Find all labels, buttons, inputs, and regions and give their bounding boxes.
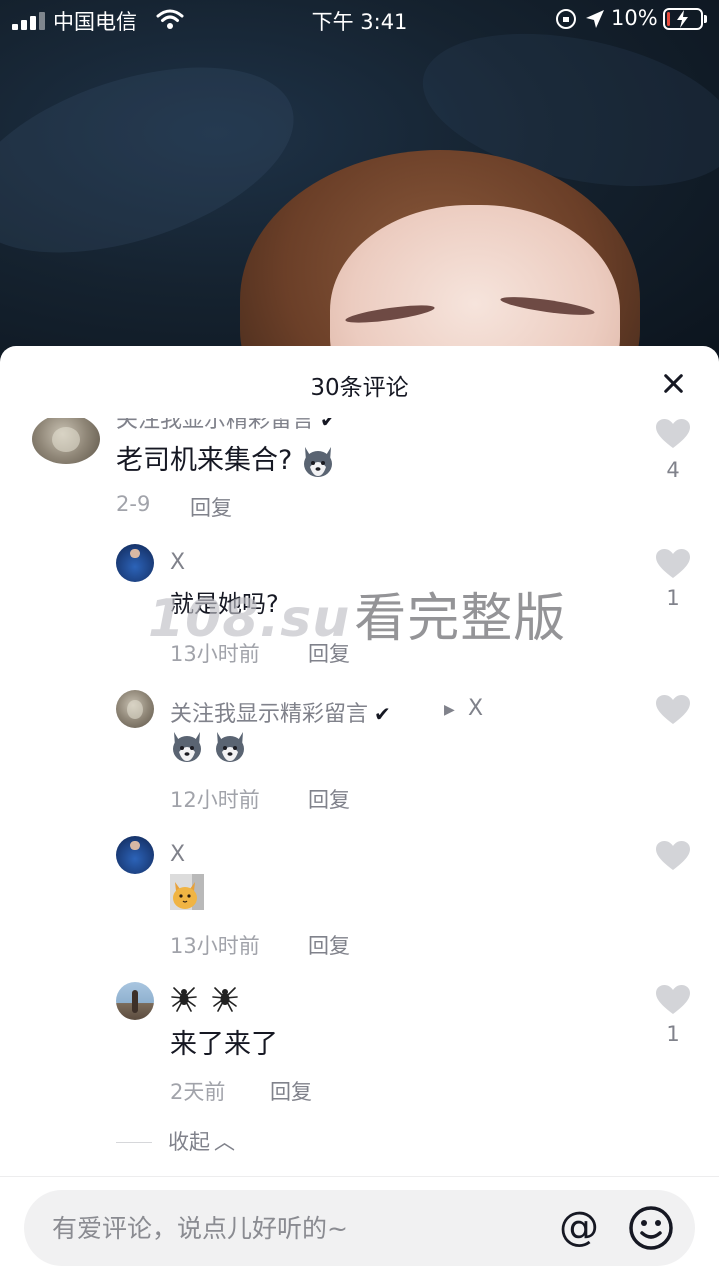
reply-time: 13小时前 <box>170 934 260 958</box>
like-count: 4 <box>666 458 680 482</box>
reply-to-username[interactable]: X <box>468 696 483 721</box>
battery-cap <box>704 15 707 23</box>
comments-count-title: 30条评论 <box>310 375 409 401</box>
avatar[interactable] <box>32 418 100 464</box>
reply-button[interactable]: 回复 <box>308 930 350 960</box>
spider-emoji-icon <box>212 987 238 1012</box>
reply-to-arrow-icon: ▶ <box>444 702 455 718</box>
reply-time: 2天前 <box>170 1080 226 1104</box>
reply-text <box>170 874 204 910</box>
reply-time: 12小时前 <box>170 788 260 812</box>
emoji-picker-icon[interactable] <box>627 1204 675 1252</box>
like-heart-icon[interactable] <box>655 548 691 580</box>
charging-bolt-icon <box>677 10 688 28</box>
comment-text: 老司机来集合? <box>116 438 335 479</box>
reply-button[interactable]: 回复 <box>308 784 350 814</box>
reply-button[interactable]: 回复 <box>190 492 232 522</box>
husky-emoji-icon <box>173 732 201 762</box>
collapse-replies-button[interactable]: 收起 ︿ <box>168 1126 235 1156</box>
comment-input[interactable] <box>52 1208 532 1248</box>
reply-button[interactable]: 回复 <box>270 1076 312 1106</box>
like-count: 1 <box>666 1022 680 1046</box>
avatar[interactable] <box>116 690 154 728</box>
chevron-up-icon: ︿ <box>214 1130 235 1154</box>
reply-text: 来了来了 <box>170 1029 278 1060</box>
like-heart-icon[interactable] <box>655 418 691 450</box>
mention-button[interactable]: @ <box>554 1202 604 1252</box>
like-heart-icon[interactable] <box>655 694 691 726</box>
comment-input-bar: @ <box>24 1190 695 1266</box>
reply-username[interactable]: 关注我显示精彩留言 ✔ <box>170 696 391 728</box>
comment-list[interactable]: 关注我显示精彩留言 ✔ 老司机来集合? 2-9 回复 4 X 就是她吗? 13小时… <box>0 418 719 1178</box>
status-bar: 中国电信 下午 3:41 10% <box>0 0 719 40</box>
avatar[interactable] <box>116 836 154 874</box>
divider <box>0 1176 719 1177</box>
rotation-lock-icon <box>556 9 576 29</box>
watermark: 108.su看完整版 <box>148 589 567 649</box>
battery-percentage: 10% <box>611 6 658 30</box>
spider-emoji-icon <box>171 987 197 1012</box>
reply-text <box>170 730 247 764</box>
like-count: 1 <box>666 586 680 610</box>
cat-emoji-icon <box>170 874 204 910</box>
battery-level <box>667 12 670 26</box>
comment-time: 2-9 <box>116 492 151 516</box>
reply-username[interactable]: X <box>170 550 185 575</box>
husky-emoji-icon <box>303 446 332 477</box>
comments-sheet: 30条评论 关注我显示精彩留言 ✔ 老司机来集合? 2-9 回复 4 X 就是她吗… <box>0 346 719 1280</box>
avatar[interactable] <box>116 982 154 1020</box>
comment-username[interactable]: 关注我显示精彩留言 ✔ <box>116 418 337 434</box>
collapse-divider <box>116 1142 152 1143</box>
husky-emoji-icon <box>215 732 244 762</box>
reply-username[interactable]: X <box>170 842 185 867</box>
like-heart-icon[interactable] <box>655 840 691 872</box>
reply-username[interactable] <box>170 984 239 1012</box>
close-button[interactable] <box>655 366 691 402</box>
video-background[interactable] <box>0 0 719 380</box>
location-arrow-icon <box>586 10 604 28</box>
like-heart-icon[interactable] <box>655 984 691 1016</box>
